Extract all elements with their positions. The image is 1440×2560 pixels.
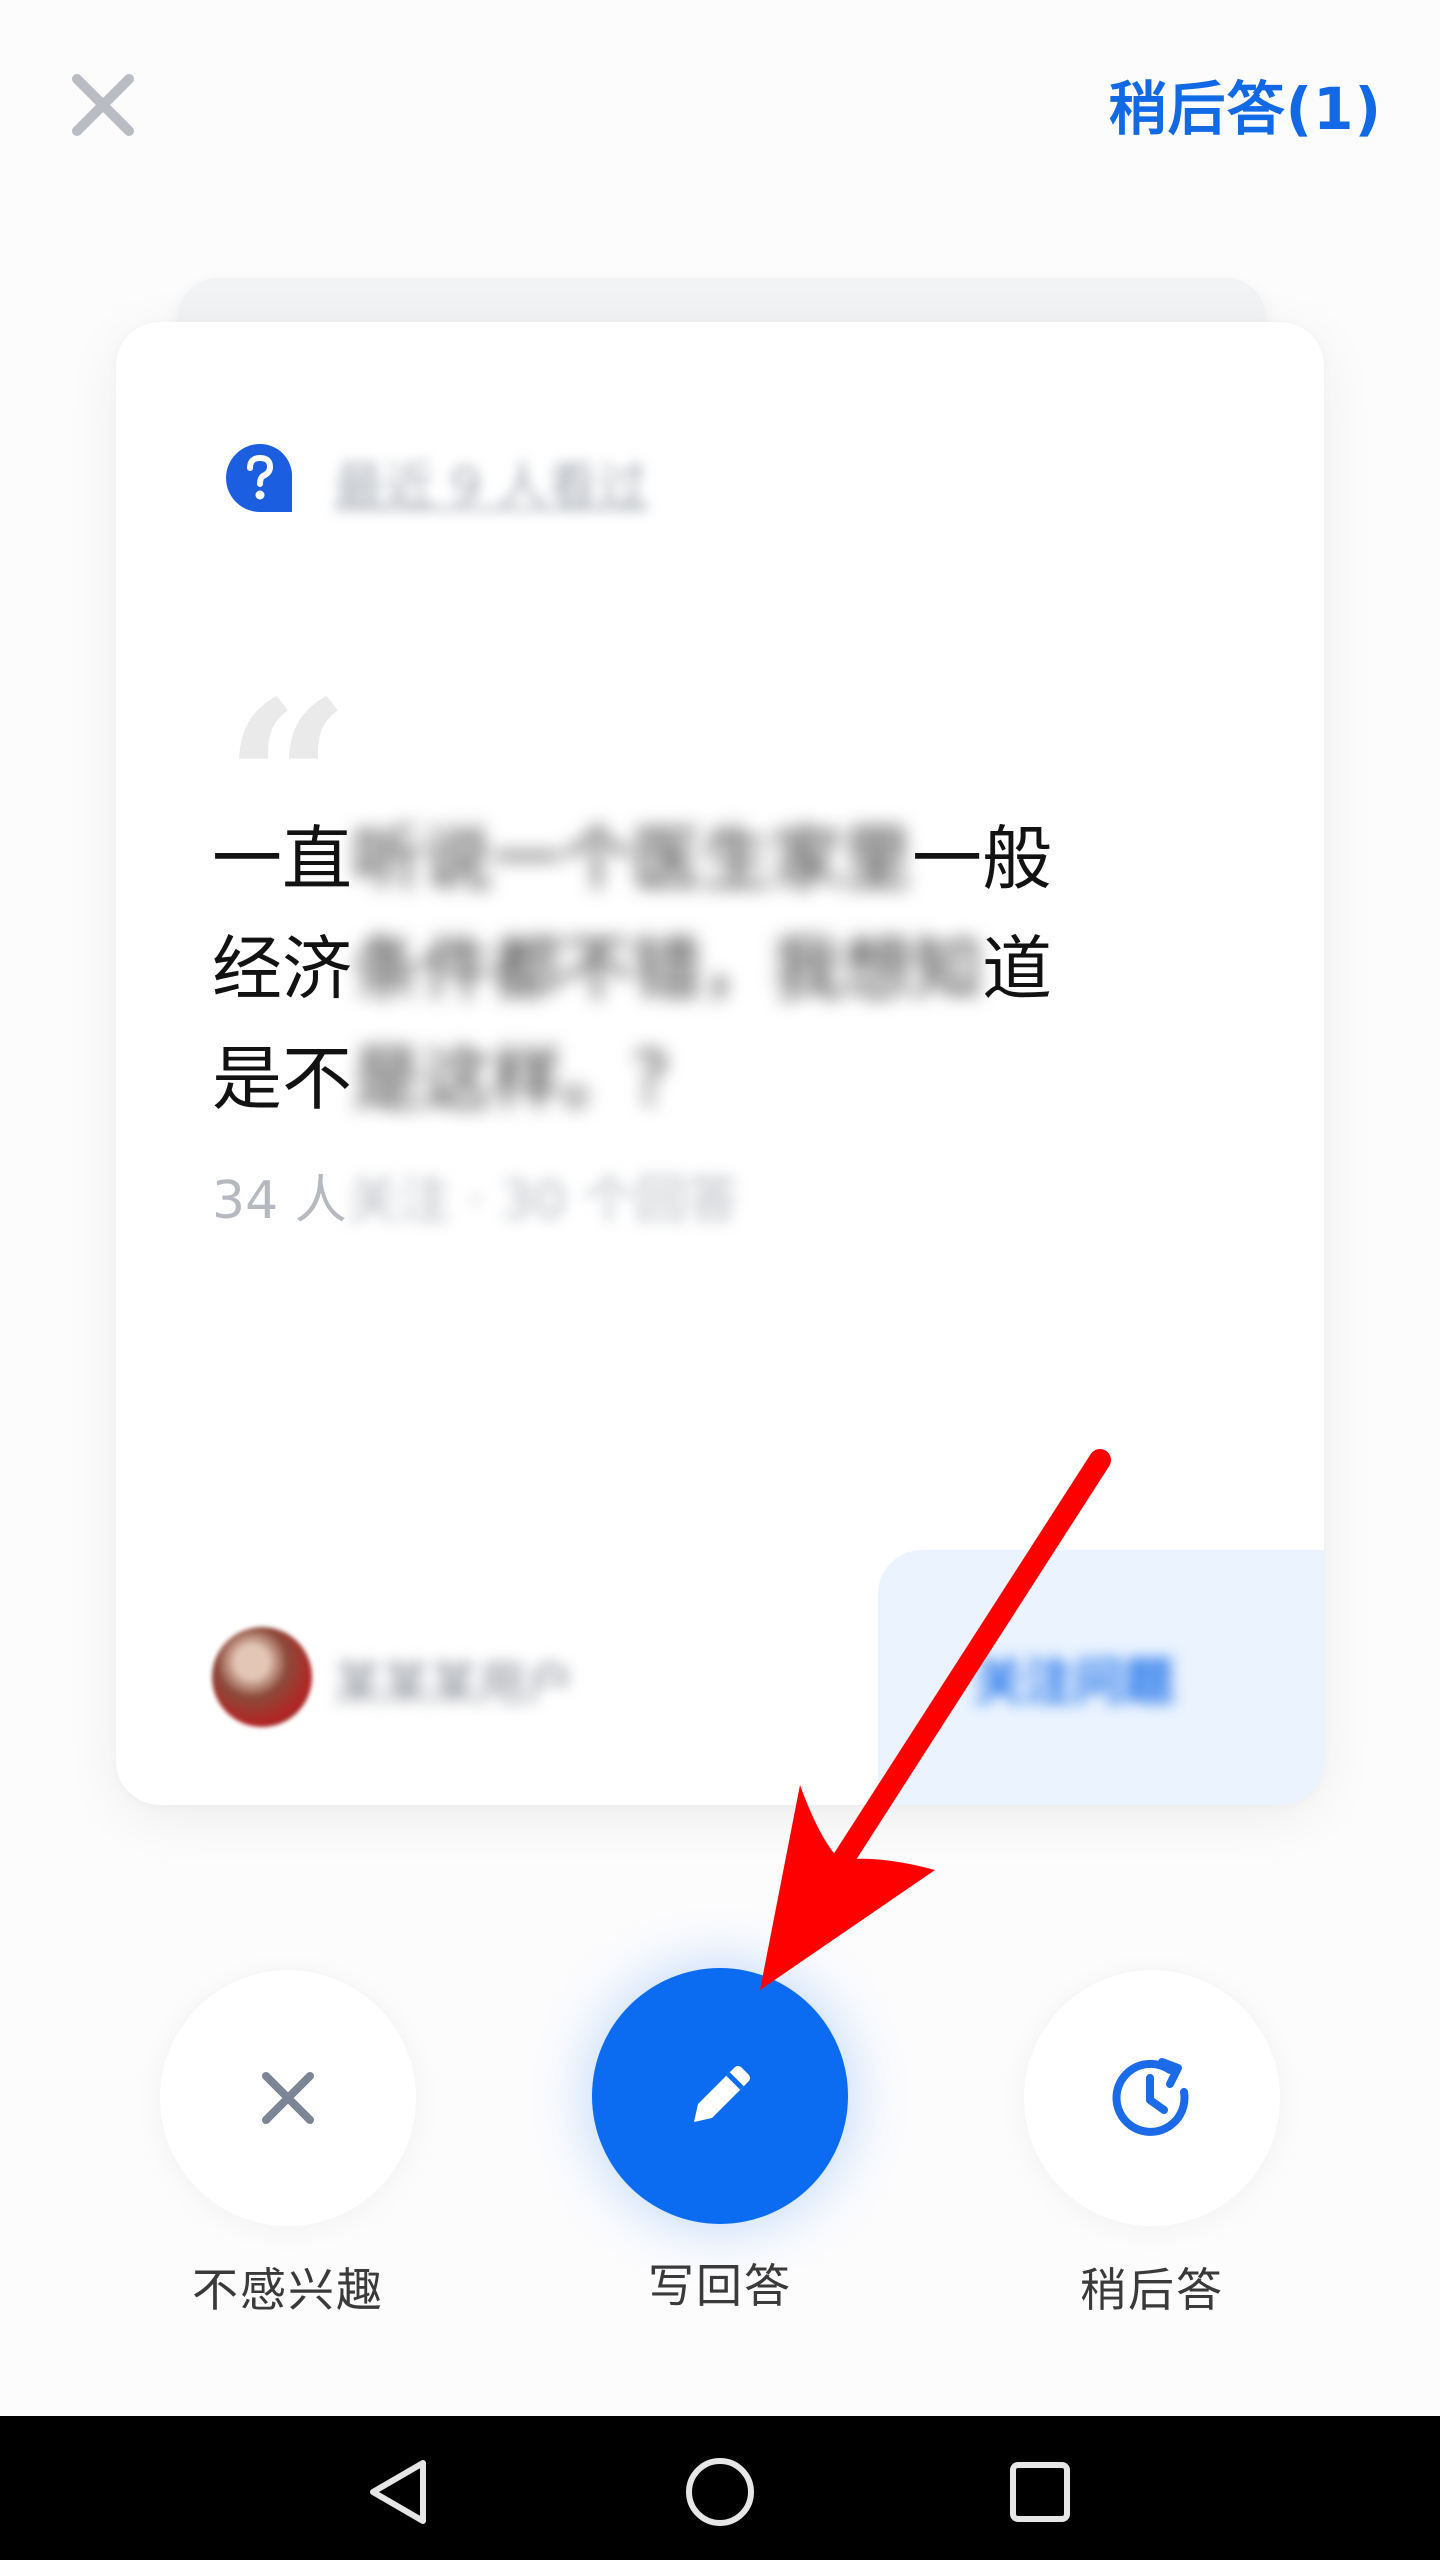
question-line-2: 经济条件都不错，我想知道 [212,928,1052,1010]
answer-later-count-link[interactable]: 稍后答(1) [1109,62,1382,146]
question-line-3: 是不是这样。？ [212,1038,702,1120]
close-button[interactable] [60,62,146,148]
system-navigation-bar [0,2416,1440,2560]
answer-later-action[interactable]: 稍后答 [1022,1968,1282,2320]
follow-question-label: 关注问题 [974,1652,1174,1711]
author-avatar[interactable] [212,1627,312,1727]
nav-home-button[interactable] [670,2442,770,2542]
not-interested-label: 不感兴趣 [192,2263,384,2317]
question-badge-icon [226,443,293,512]
pencil-icon [694,2066,750,2122]
recent-viewers-text: 最近 9 人看过 [334,457,648,515]
not-interested-action[interactable]: 不感兴趣 [158,1968,418,2320]
clock-refresh-icon [1112,2058,1189,2136]
answer-later-button[interactable] [1022,1968,1282,2228]
not-interested-button[interactable] [158,1968,418,2228]
author-name[interactable]: 某某某用户 [334,1644,574,1714]
follow-question-button[interactable]: 关注问题 [878,1550,1324,1805]
nav-back-button[interactable] [350,2442,450,2542]
nav-recents-button[interactable] [990,2442,1090,2542]
write-answer-label: 写回答 [648,2259,792,2313]
question-line-1: 一直听说一个医生家里一般 [212,818,1052,900]
close-icon [262,2072,314,2124]
close-icon [72,74,134,136]
question-title[interactable]: 一直听说一个医生家里一般 经济条件都不错，我想知道 是不是这样。？ [212,804,1242,1134]
write-answer-action[interactable]: 写回答 [590,1968,850,2316]
question-card[interactable]: 最近 9 人看过 “ 一直听说一个医生家里一般 经济条件都不错，我想知道 是不是… [116,322,1324,1805]
nav-back-icon [370,2460,426,2524]
nav-recents-icon [1010,2462,1070,2522]
nav-home-icon [686,2458,754,2526]
answer-later-label: 稍后答 [1080,2263,1224,2317]
write-answer-button[interactable] [592,1968,848,2224]
question-stats: 34 人关注 · 30 个回答 [212,1171,739,1231]
